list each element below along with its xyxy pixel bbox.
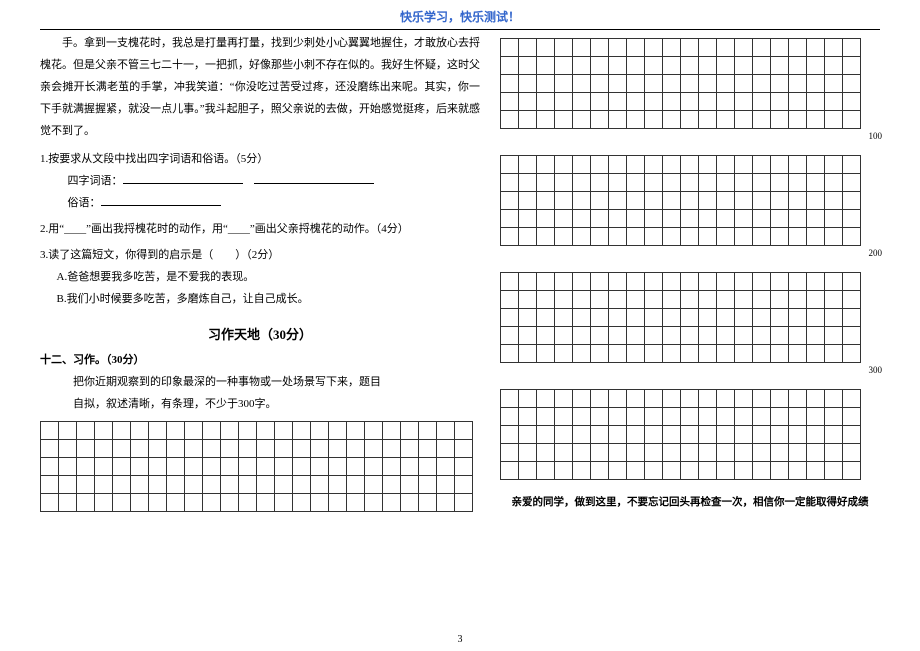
writing-grid-block[interactable]: 200 [500, 155, 880, 246]
q1-blank-2: 俗语： [40, 192, 480, 214]
writing-grid-block[interactable]: 100 [500, 38, 880, 129]
question-3: 3.读了这篇短文，你得到的启示是（ ）（2分） A.爸爸想要我多吃苦，是不爱我的… [40, 244, 480, 310]
q3-option-b[interactable]: B.我们小时候要多吃苦，多磨炼自己，让自己成长。 [40, 288, 480, 310]
word-count-label: 200 [869, 248, 883, 258]
section-title: 习作天地（30分） [40, 324, 480, 343]
q1-blank-1: 四字词语： [40, 170, 480, 192]
composition-text-1: 把你近期观察到的印象最深的一种事物或一处场景写下来，题目 [40, 371, 480, 393]
q3-option-a[interactable]: A.爸爸想要我多吃苦，是不爱我的表现。 [40, 266, 480, 288]
reading-passage: 手。拿到一支槐花时，我总是打量再打量，找到少刺处小心翼翼地握住，才敢放心去捋槐花… [40, 32, 480, 142]
q1-stem: 1.按要求从文段中找出四字词语和俗语。（5分） [40, 148, 480, 170]
header-rule [40, 29, 880, 30]
page-number: 3 [458, 634, 463, 645]
right-column: 100 200 300 亲爱的同学，做到这里，不要忘记回头再检查一次，相信你一定能取… [500, 32, 880, 512]
blank-input[interactable] [123, 174, 243, 184]
word-count-label: 100 [869, 131, 883, 141]
footer-message: 亲爱的同学，做到这里，不要忘记回头再检查一次，相信你一定能取得好成绩 [500, 494, 880, 509]
composition-heading: 十二、习作。（30分） [40, 351, 480, 367]
writing-grid-right-container: 100 200 300 [500, 38, 880, 480]
composition-text-2: 自拟，叙述清晰，有条理，不少于300字。 [40, 393, 480, 415]
main-content: 手。拿到一支槐花时，我总是打量再打量，找到少刺处小心翼翼地握住，才敢放心去捋槐花… [0, 32, 920, 512]
page-header: 快乐学习，快乐测试！ [0, 0, 920, 29]
question-2: 2.用“____”画出我捋槐花时的动作，用“____”画出父亲捋槐花的动作。（4… [40, 218, 480, 240]
writing-grid-left[interactable] [40, 421, 473, 512]
q1-label-1: 四字词语： [68, 175, 123, 187]
left-column: 手。拿到一支槐花时，我总是打量再打量，找到少刺处小心翼翼地握住，才敢放心去捋槐花… [40, 32, 480, 512]
writing-grid-block[interactable]: 300 [500, 272, 880, 363]
writing-grid-block[interactable] [500, 389, 880, 480]
blank-input[interactable] [254, 174, 374, 184]
word-count-label: 300 [869, 365, 883, 375]
q3-stem: 3.读了这篇短文，你得到的启示是（ ）（2分） [40, 244, 480, 266]
q1-label-2: 俗语： [68, 197, 101, 209]
blank-input[interactable] [101, 196, 221, 206]
question-1: 1.按要求从文段中找出四字词语和俗语。（5分） 四字词语： 俗语： [40, 148, 480, 214]
